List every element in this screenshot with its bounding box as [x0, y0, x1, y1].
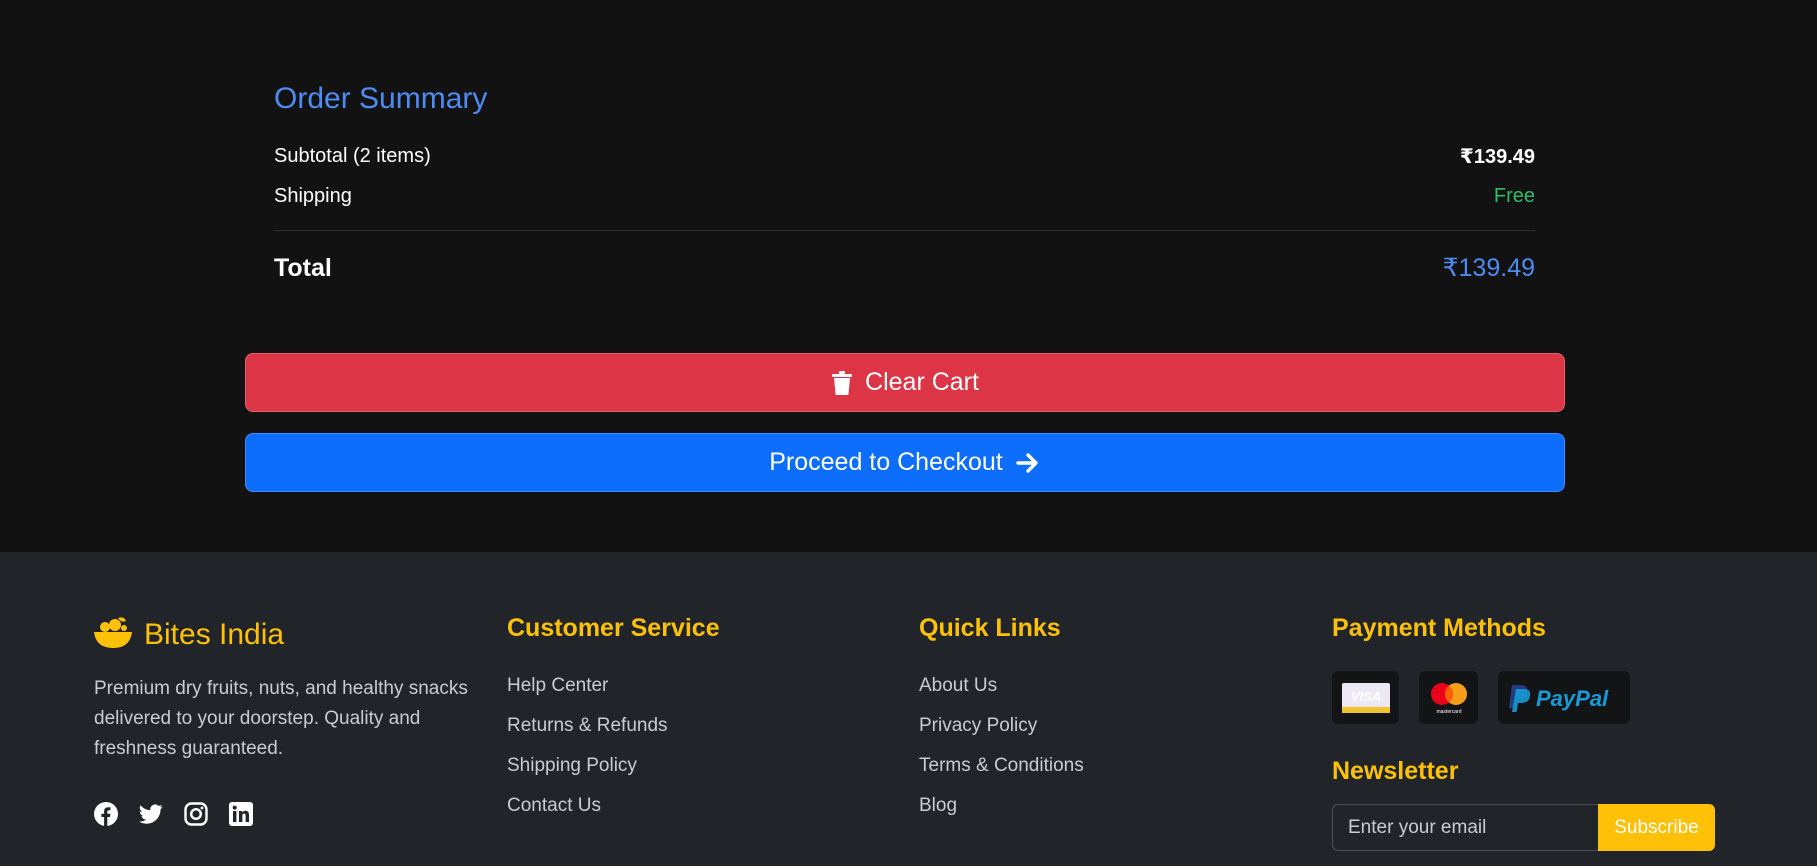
total-label: Total [274, 253, 332, 282]
mastercard-icon: mastercard [1419, 671, 1478, 724]
svg-text:VISA: VISA [1350, 689, 1380, 704]
subtotal-row: Subtotal (2 items) ₹139.49 [274, 144, 1535, 169]
fruit-bowl-icon [94, 614, 132, 655]
proceed-to-checkout-button[interactable]: Proceed to Checkout [245, 433, 1565, 492]
order-summary: Order Summary Subtotal (2 items) ₹139.49… [274, 82, 1535, 283]
footer-link-shipping-policy[interactable]: Shipping Policy [507, 755, 668, 795]
footer-link-about-us[interactable]: About Us [919, 675, 1084, 715]
site-footer: Bites India Premium dry fruits, nuts, an… [0, 552, 1817, 866]
instagram-icon[interactable] [184, 802, 208, 826]
footer-link-privacy-policy[interactable]: Privacy Policy [919, 715, 1084, 755]
trash-icon [831, 370, 853, 396]
subtotal-label: Subtotal (2 items) [274, 145, 431, 167]
newsletter-title: Newsletter [1332, 757, 1459, 785]
payment-methods: VISA mastercard PayPal [1332, 671, 1630, 724]
subscribe-button[interactable]: Subscribe [1598, 804, 1715, 851]
twitter-icon[interactable] [139, 802, 163, 826]
shipping-label: Shipping [274, 185, 352, 207]
footer-link-help-center[interactable]: Help Center [507, 675, 668, 715]
total-row: Total ₹139.49 [274, 253, 1535, 283]
social-links [94, 802, 253, 826]
facebook-icon[interactable] [94, 802, 118, 826]
brand-description: Premium dry fruits, nuts, and healthy sn… [94, 678, 468, 759]
visa-card-icon: VISA [1332, 671, 1399, 724]
customer-service-title: Customer Service [507, 614, 720, 642]
paypal-icon: PayPal [1498, 671, 1630, 724]
svg-text:PayPal: PayPal [1536, 686, 1609, 711]
svg-text:mastercard: mastercard [1436, 709, 1461, 715]
shipping-row: Shipping Free [274, 185, 1535, 208]
newsletter-email-input[interactable] [1332, 804, 1598, 851]
footer-link-blog[interactable]: Blog [919, 795, 1084, 835]
checkout-label: Proceed to Checkout [769, 448, 1003, 476]
footer-link-terms-conditions[interactable]: Terms & Conditions [919, 755, 1084, 795]
customer-service-links: Help Center Returns & Refunds Shipping P… [507, 675, 668, 835]
clear-cart-label: Clear Cart [865, 368, 979, 396]
total-value: ₹139.49 [1442, 254, 1535, 282]
brand-logo[interactable]: Bites India [94, 614, 494, 655]
payment-methods-title: Payment Methods [1332, 614, 1546, 642]
summary-divider [274, 230, 1535, 231]
linkedin-icon[interactable] [229, 802, 253, 826]
subtotal-value: ₹139.49 [1459, 146, 1535, 168]
footer-link-contact-us[interactable]: Contact Us [507, 795, 668, 835]
clear-cart-button[interactable]: Clear Cart [245, 353, 1565, 412]
brand-name: Bites India [144, 617, 285, 651]
arrow-right-icon [1015, 450, 1041, 476]
shipping-value: Free [1493, 185, 1535, 207]
newsletter-form: Subscribe [1332, 804, 1715, 851]
quick-links-list: About Us Privacy Policy Terms & Conditio… [919, 675, 1084, 835]
order-summary-title: Order Summary [274, 82, 488, 115]
footer-link-returns-refunds[interactable]: Returns & Refunds [507, 715, 668, 755]
quick-links-title: Quick Links [919, 614, 1061, 642]
